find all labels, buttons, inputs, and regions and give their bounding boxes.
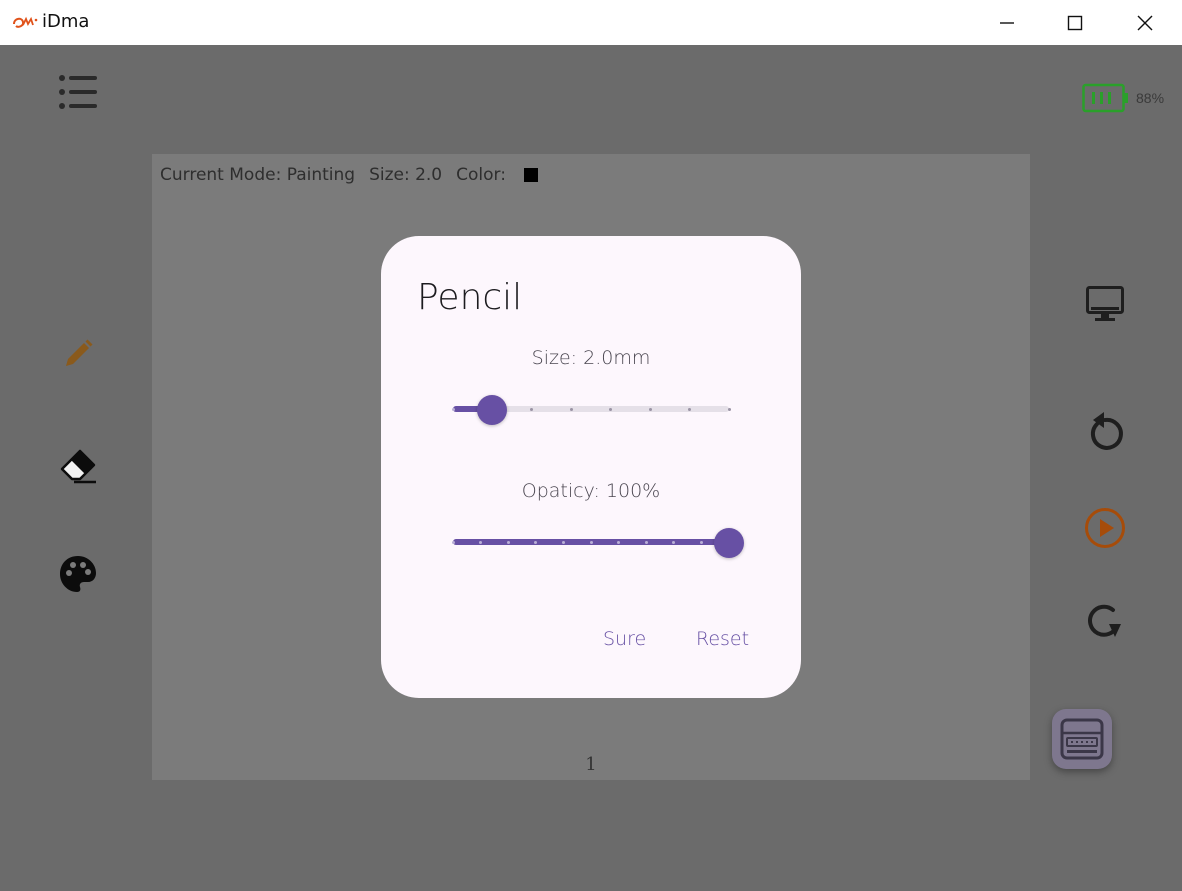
menu-button[interactable] xyxy=(52,67,104,117)
battery-indicator: 88% xyxy=(1082,83,1164,113)
minimize-icon xyxy=(1000,21,1014,24)
color-swatch xyxy=(523,168,538,182)
opacity-slider-label: Opaticy: 100% xyxy=(521,480,661,502)
size-slider-tick xyxy=(569,408,573,411)
undo-icon xyxy=(1090,412,1123,450)
brush-size-text: Size: 2.0 xyxy=(369,165,443,185)
play-button[interactable] xyxy=(1080,503,1130,553)
redo-icon xyxy=(1088,604,1121,637)
screen-mode-button[interactable] xyxy=(1080,281,1130,327)
pencil-tool-button[interactable] xyxy=(54,330,102,378)
maximize-icon xyxy=(1067,15,1083,30)
palette-icon xyxy=(60,556,96,592)
battery-icon xyxy=(1082,83,1128,113)
keyboard-fab-button[interactable] xyxy=(1052,709,1112,769)
close-button[interactable] xyxy=(1110,0,1180,45)
opacity-slider-tick xyxy=(506,541,510,544)
opacity-slider-tick xyxy=(589,541,593,544)
current-mode-text: Current Mode: Painting xyxy=(160,165,356,185)
maximize-button[interactable] xyxy=(1040,0,1110,45)
opacity-slider-tick xyxy=(699,541,703,544)
size-slider-label: Size: 2.0mm xyxy=(531,347,651,369)
minimize-button[interactable] xyxy=(972,0,1042,45)
page-number: 1 xyxy=(585,754,597,775)
size-slider-thumb[interactable] xyxy=(476,395,507,425)
play-icon xyxy=(1085,508,1125,548)
size-slider-tick xyxy=(648,408,652,411)
canvas-status-line: Current Mode: Painting Size: 2.0 Color: xyxy=(160,163,552,187)
opacity-slider-tick xyxy=(451,541,455,544)
current-color-indicator: Color: xyxy=(456,163,552,187)
sure-button[interactable]: Sure xyxy=(603,626,646,652)
keyboard-icon xyxy=(1060,718,1104,760)
opacity-slider-thumb[interactable] xyxy=(714,528,744,558)
app-logo-icon xyxy=(13,16,38,28)
size-slider-tick xyxy=(451,408,455,411)
opacity-slider-tick xyxy=(561,541,565,544)
monitor-icon xyxy=(1086,286,1124,321)
palette-tool-button[interactable] xyxy=(54,550,102,598)
opacity-slider[interactable] xyxy=(451,528,744,558)
close-icon xyxy=(1137,15,1153,30)
eraser-tool-button[interactable] xyxy=(52,437,104,489)
opacity-slider-tick xyxy=(644,541,648,544)
reset-button[interactable]: Reset xyxy=(696,626,749,652)
pencil-icon xyxy=(66,339,93,366)
size-slider[interactable] xyxy=(451,395,731,425)
pencil-settings-dialog: Pencil Size: 2.0mm Opaticy: 100% Sure Re… xyxy=(381,236,801,698)
undo-button[interactable] xyxy=(1080,407,1130,457)
window-title: iDma xyxy=(42,11,90,32)
redo-button[interactable] xyxy=(1080,598,1130,648)
color-label: Color: xyxy=(456,165,506,185)
size-slider-tick xyxy=(727,408,731,411)
eraser-icon xyxy=(60,449,96,484)
list-menu-icon xyxy=(59,75,97,109)
dialog-title: Pencil xyxy=(417,277,523,318)
battery-percent: 88% xyxy=(1136,90,1165,106)
window-titlebar: iDma xyxy=(0,0,1182,45)
